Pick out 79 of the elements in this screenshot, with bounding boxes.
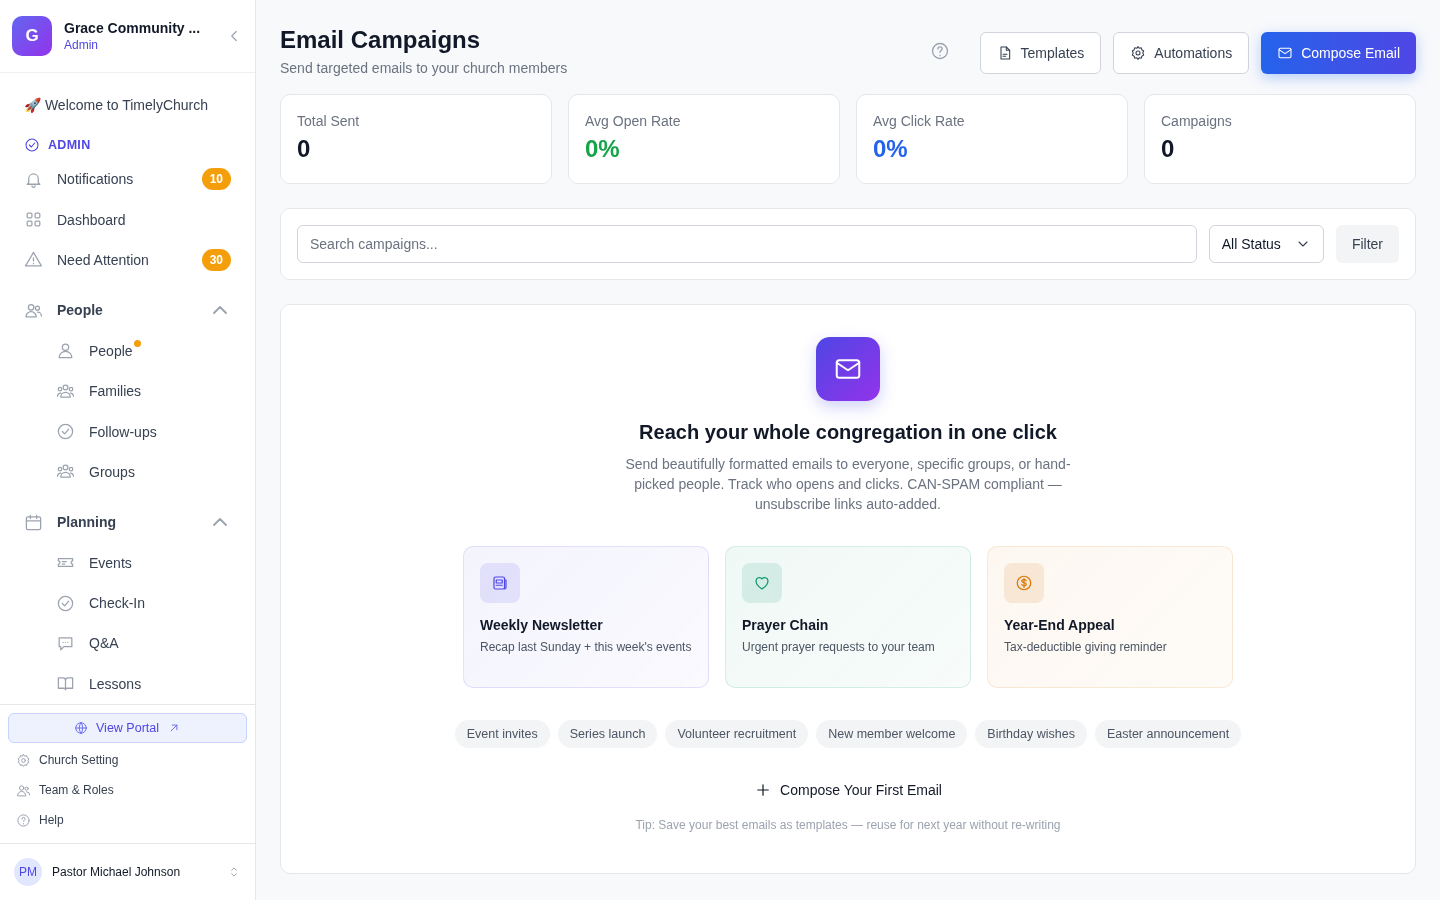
filter-button[interactable]: Filter: [1335, 225, 1399, 263]
sidebar-item[interactable]: Notifications 10: [12, 159, 243, 200]
sidebar-item[interactable]: Families: [12, 370, 243, 412]
count-badge: 30: [201, 248, 231, 271]
check-circle-icon: [24, 137, 40, 153]
settings-icon: [1130, 45, 1147, 61]
calendar-icon: [24, 512, 43, 532]
sidebar-item[interactable]: Dashboard: [12, 199, 243, 240]
stat-label: Campaigns: [1161, 113, 1233, 129]
sidebar-item[interactable]: Q&A: [12, 623, 243, 664]
dollar-coin-icon: [1015, 574, 1033, 592]
template-description: Tax-deductible giving reminder: [1004, 639, 1168, 655]
suggestion-chip[interactable]: Event invites: [454, 720, 550, 748]
sidebar-link[interactable]: Church Setting: [8, 745, 247, 775]
chevron-up-icon: [213, 518, 227, 527]
welcome-link[interactable]: 🚀 Welcome to TimelyChurch: [12, 87, 243, 123]
org-name: Grace Community ...: [64, 20, 202, 36]
sidebar-item[interactable]: Need Attention 30: [12, 239, 243, 281]
org-logo: G: [12, 16, 52, 56]
sidebar-item[interactable]: Check-In: [12, 582, 243, 624]
stat-value: 0%: [873, 135, 909, 163]
suggestion-chip[interactable]: Series launch: [557, 720, 658, 748]
globe-icon: [74, 721, 88, 735]
suggestion-chip[interactable]: Volunteer recruitment: [665, 720, 809, 748]
sidebar-item[interactable]: Lessons: [12, 663, 243, 704]
page-title: Email Campaigns: [280, 26, 482, 54]
stat-label: Total Sent: [297, 113, 361, 129]
template-card[interactable]: Prayer Chain Urgent prayer requests to your team: [725, 546, 971, 688]
stat-value: 0: [297, 135, 312, 163]
template-title: Year-End Appeal: [1004, 617, 1116, 633]
section-label: ADMIN: [48, 138, 91, 152]
sidebar-item[interactable]: Events: [12, 542, 243, 583]
sidebar-item[interactable]: People: [12, 330, 243, 371]
people-icon: [16, 782, 31, 798]
template-title: Prayer Chain: [742, 617, 830, 633]
help-icon: [16, 812, 31, 828]
check-circle-icon: [56, 593, 75, 613]
sidebar-item[interactable]: Groups: [12, 451, 243, 493]
chevron-up-icon: [213, 306, 227, 315]
template-card[interactable]: Weekly Newsletter Recap last Sunday + this week's events: [463, 546, 709, 688]
search-field[interactable]: Search campaigns...: [297, 225, 1197, 263]
suggestion-chip[interactable]: Easter announcement: [1094, 720, 1242, 748]
view-portal-button[interactable]: View Portal: [8, 713, 247, 743]
stat-label: Avg Open Rate: [585, 113, 682, 129]
empty-state-title: Reach your whole congregation in one click: [639, 421, 1057, 444]
page-subtitle: Send targeted emails to your church members: [280, 60, 569, 76]
template-description: Recap last Sunday + this week's events: [480, 639, 692, 655]
person-icon: [56, 341, 75, 361]
sidebar-link[interactable]: Help: [8, 805, 247, 835]
templates-button[interactable]: Templates: [979, 32, 1102, 74]
template-description: Urgent prayer requests to your team: [742, 639, 936, 655]
newspaper-icon: [491, 574, 509, 592]
compose-email-button[interactable]: Compose Email: [1261, 32, 1416, 74]
suggestion-chip[interactable]: New member welcome: [816, 720, 968, 748]
stat-value: 0%: [585, 135, 621, 163]
empty-state-description: Send beautifully formatted emails to everyone, specific groups, or hand-picked people. Track who opens and clicks. CAN-SPAM compliant — unsubscribe links auto-added.: [624, 455, 1072, 514]
mail-icon: [1277, 45, 1294, 61]
status-dropdown[interactable]: All Status: [1208, 225, 1324, 263]
stat-value: 0: [1161, 135, 1176, 163]
sidebar-item[interactable]: Follow-ups: [12, 411, 243, 452]
template-card[interactable]: Year-End Appeal Tax-deductible giving reminder: [987, 546, 1233, 688]
check-circle-icon: [56, 422, 75, 442]
template-title: Weekly Newsletter: [480, 617, 604, 633]
tip-text: Tip: Save your best emails as templates — reuse for next year without re-writing: [635, 818, 1061, 832]
sidebar-link[interactable]: Team & Roles: [8, 775, 247, 805]
heart-icon: [753, 574, 771, 592]
org-role: Admin: [64, 38, 99, 52]
suggestion-chip[interactable]: Birthday wishes: [975, 720, 1087, 748]
compose-first-email-button[interactable]: Compose Your First Email: [748, 780, 948, 800]
user-name[interactable]: Pastor Michael Johnson: [52, 865, 217, 879]
user-avatar: PM: [14, 858, 42, 886]
help-icon: [929, 41, 950, 61]
sidebar-group[interactable]: Planning: [12, 502, 243, 543]
automations-button[interactable]: Automations: [1113, 32, 1250, 74]
stat-label: Avg Click Rate: [873, 113, 966, 129]
sidebar-group[interactable]: People: [12, 290, 243, 331]
settings-icon: [16, 752, 31, 768]
chat-icon: [56, 634, 75, 653]
count-badge: 10: [201, 168, 231, 191]
